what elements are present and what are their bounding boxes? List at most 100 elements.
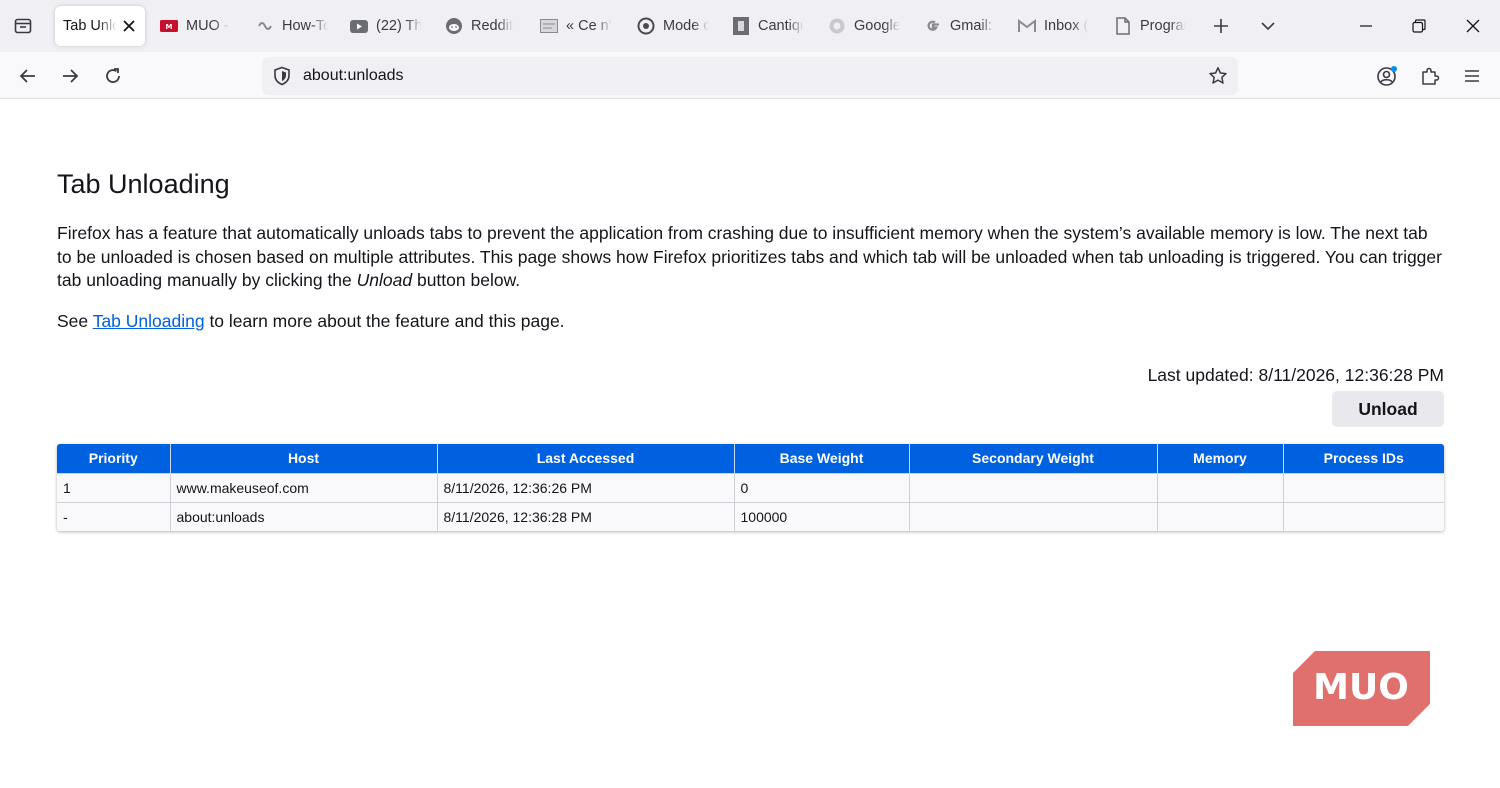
unload-button[interactable]: Unload	[1332, 391, 1444, 427]
cell-memory	[1157, 501, 1284, 531]
url-bar[interactable]: about:unloads	[262, 57, 1238, 95]
column-header-host[interactable]: Host	[170, 444, 438, 473]
document-favicon-icon	[1114, 17, 1132, 35]
account-icon	[1377, 66, 1397, 86]
forward-button[interactable]	[54, 60, 86, 92]
youtube-favicon-icon	[350, 17, 368, 35]
column-header-priority[interactable]: Priority	[57, 444, 171, 473]
tab-title: Tab Unlo	[63, 18, 117, 34]
svg-text:MUO: MUO	[1313, 667, 1409, 708]
new-tab-button[interactable]	[1206, 11, 1236, 41]
account-button[interactable]	[1371, 60, 1403, 92]
column-header-process-ids[interactable]: Process IDs	[1283, 444, 1444, 473]
table-row: 1 www.makeuseof.com 8/11/2026, 12:36:26 …	[57, 472, 1444, 502]
extensions-button[interactable]	[1414, 60, 1446, 92]
back-arrow-icon	[19, 69, 35, 83]
puzzle-icon	[1422, 67, 1440, 85]
page-description: Firefox has a feature that automatically…	[57, 223, 1442, 290]
tab-title: Progran	[1140, 18, 1186, 34]
minimize-icon	[1360, 25, 1372, 27]
howto-favicon-icon	[256, 17, 274, 35]
inbox-favicon-icon	[1018, 17, 1036, 35]
tab-inbox[interactable]: Inbox (	[1018, 6, 1090, 46]
tab-strip: Tab Unlo M MUO - How-To (22) Th Reddit «…	[0, 0, 1500, 52]
muo-watermark-logo: MUO	[1293, 651, 1438, 726]
learn-more-text: See Tab Unloading to learn more about th…	[57, 311, 565, 331]
url-text[interactable]: about:unloads	[303, 67, 404, 85]
tab-title: Reddit	[471, 18, 513, 34]
cell-host: www.makeuseof.com	[170, 472, 438, 502]
cell-base-weight: 0	[734, 472, 910, 502]
minimize-button[interactable]	[1351, 11, 1381, 41]
restore-button[interactable]	[1404, 11, 1434, 41]
tab-program[interactable]: Progran	[1114, 6, 1186, 46]
table-header-row: Priority Host Last Accessed Base Weight …	[57, 444, 1444, 473]
list-all-tabs-button[interactable]	[8, 11, 38, 41]
restore-icon	[1412, 19, 1426, 33]
tab-muo[interactable]: M MUO -	[160, 6, 232, 46]
bookmark-star-button[interactable]	[1206, 64, 1230, 88]
tab-title: Gmail: I	[950, 18, 996, 34]
unload-emphasis: Unload	[356, 270, 413, 290]
tab-list-icon	[14, 18, 32, 34]
page-title: Tab Unloading	[57, 169, 230, 199]
cell-last-accessed: 8/11/2026, 12:36:28 PM	[437, 501, 735, 531]
tab-ce-n[interactable]: « Ce n'	[540, 6, 612, 46]
reload-button[interactable]	[97, 60, 129, 92]
reload-icon	[106, 68, 120, 83]
tab-overflow-button[interactable]	[1253, 11, 1283, 41]
star-icon	[1209, 67, 1227, 84]
page-favicon-icon	[540, 17, 558, 35]
tab-title: (22) Th	[376, 18, 422, 34]
table-row: - about:unloads 8/11/2026, 12:36:28 PM 1…	[57, 501, 1444, 531]
close-tab-button[interactable]	[121, 18, 137, 34]
cell-secondary-weight	[909, 472, 1158, 502]
back-button[interactable]	[12, 60, 44, 92]
close-window-button[interactable]	[1458, 11, 1488, 41]
cell-last-accessed: 8/11/2026, 12:36:26 PM	[437, 472, 735, 502]
cell-process-ids	[1283, 501, 1444, 531]
tracking-protection-shield-icon[interactable]	[270, 64, 294, 88]
tab-title: MUO -	[186, 18, 229, 34]
forward-arrow-icon	[63, 69, 79, 83]
google-favicon-icon	[828, 17, 846, 35]
chevron-down-icon	[1261, 22, 1275, 31]
cell-process-ids	[1283, 472, 1444, 502]
cell-host: about:unloads	[170, 501, 438, 531]
column-header-secondary-weight[interactable]: Secondary Weight	[909, 444, 1158, 473]
mode-favicon-icon	[637, 17, 655, 35]
tab-how-to[interactable]: How-To	[256, 6, 328, 46]
tab-unloading-link[interactable]: Tab Unloading	[93, 311, 205, 331]
tab-title: Cantiqu	[758, 18, 804, 34]
last-updated-text: Last updated: 8/11/2026, 12:36:28 PM	[1147, 365, 1444, 385]
tab-mode[interactable]: Mode c	[637, 6, 709, 46]
close-icon	[123, 20, 135, 32]
reddit-favicon-icon	[445, 17, 463, 35]
tab-title: Google	[854, 18, 900, 34]
navigation-toolbar: about:unloads	[0, 52, 1500, 99]
hamburger-menu-icon	[1465, 70, 1479, 82]
tab-tab-unloading[interactable]: Tab Unlo	[55, 6, 145, 46]
tab-cantique[interactable]: Cantiqu	[732, 6, 804, 46]
cell-priority: 1	[57, 472, 171, 502]
column-header-base-weight[interactable]: Base Weight	[734, 444, 910, 473]
gmail-favicon-icon	[924, 17, 942, 35]
tab-unload-table: Priority Host Last Accessed Base Weight …	[57, 444, 1444, 531]
svg-text:M: M	[166, 23, 173, 31]
cell-priority: -	[57, 501, 171, 531]
tab-youtube[interactable]: (22) Th	[350, 6, 422, 46]
cell-memory	[1157, 472, 1284, 502]
tab-title: Mode c	[663, 18, 709, 34]
cell-base-weight: 100000	[734, 501, 910, 531]
tab-gmail[interactable]: Gmail: I	[924, 6, 996, 46]
tab-title: « Ce n'	[566, 18, 612, 34]
tab-google[interactable]: Google	[828, 6, 900, 46]
plus-icon	[1214, 19, 1228, 33]
column-header-last-accessed[interactable]: Last Accessed	[437, 444, 735, 473]
close-icon	[1466, 19, 1480, 33]
cantique-favicon-icon	[732, 17, 750, 35]
tab-reddit[interactable]: Reddit	[445, 6, 517, 46]
muo-favicon-icon: M	[160, 17, 178, 35]
column-header-memory[interactable]: Memory	[1157, 444, 1284, 473]
app-menu-button[interactable]	[1456, 60, 1488, 92]
